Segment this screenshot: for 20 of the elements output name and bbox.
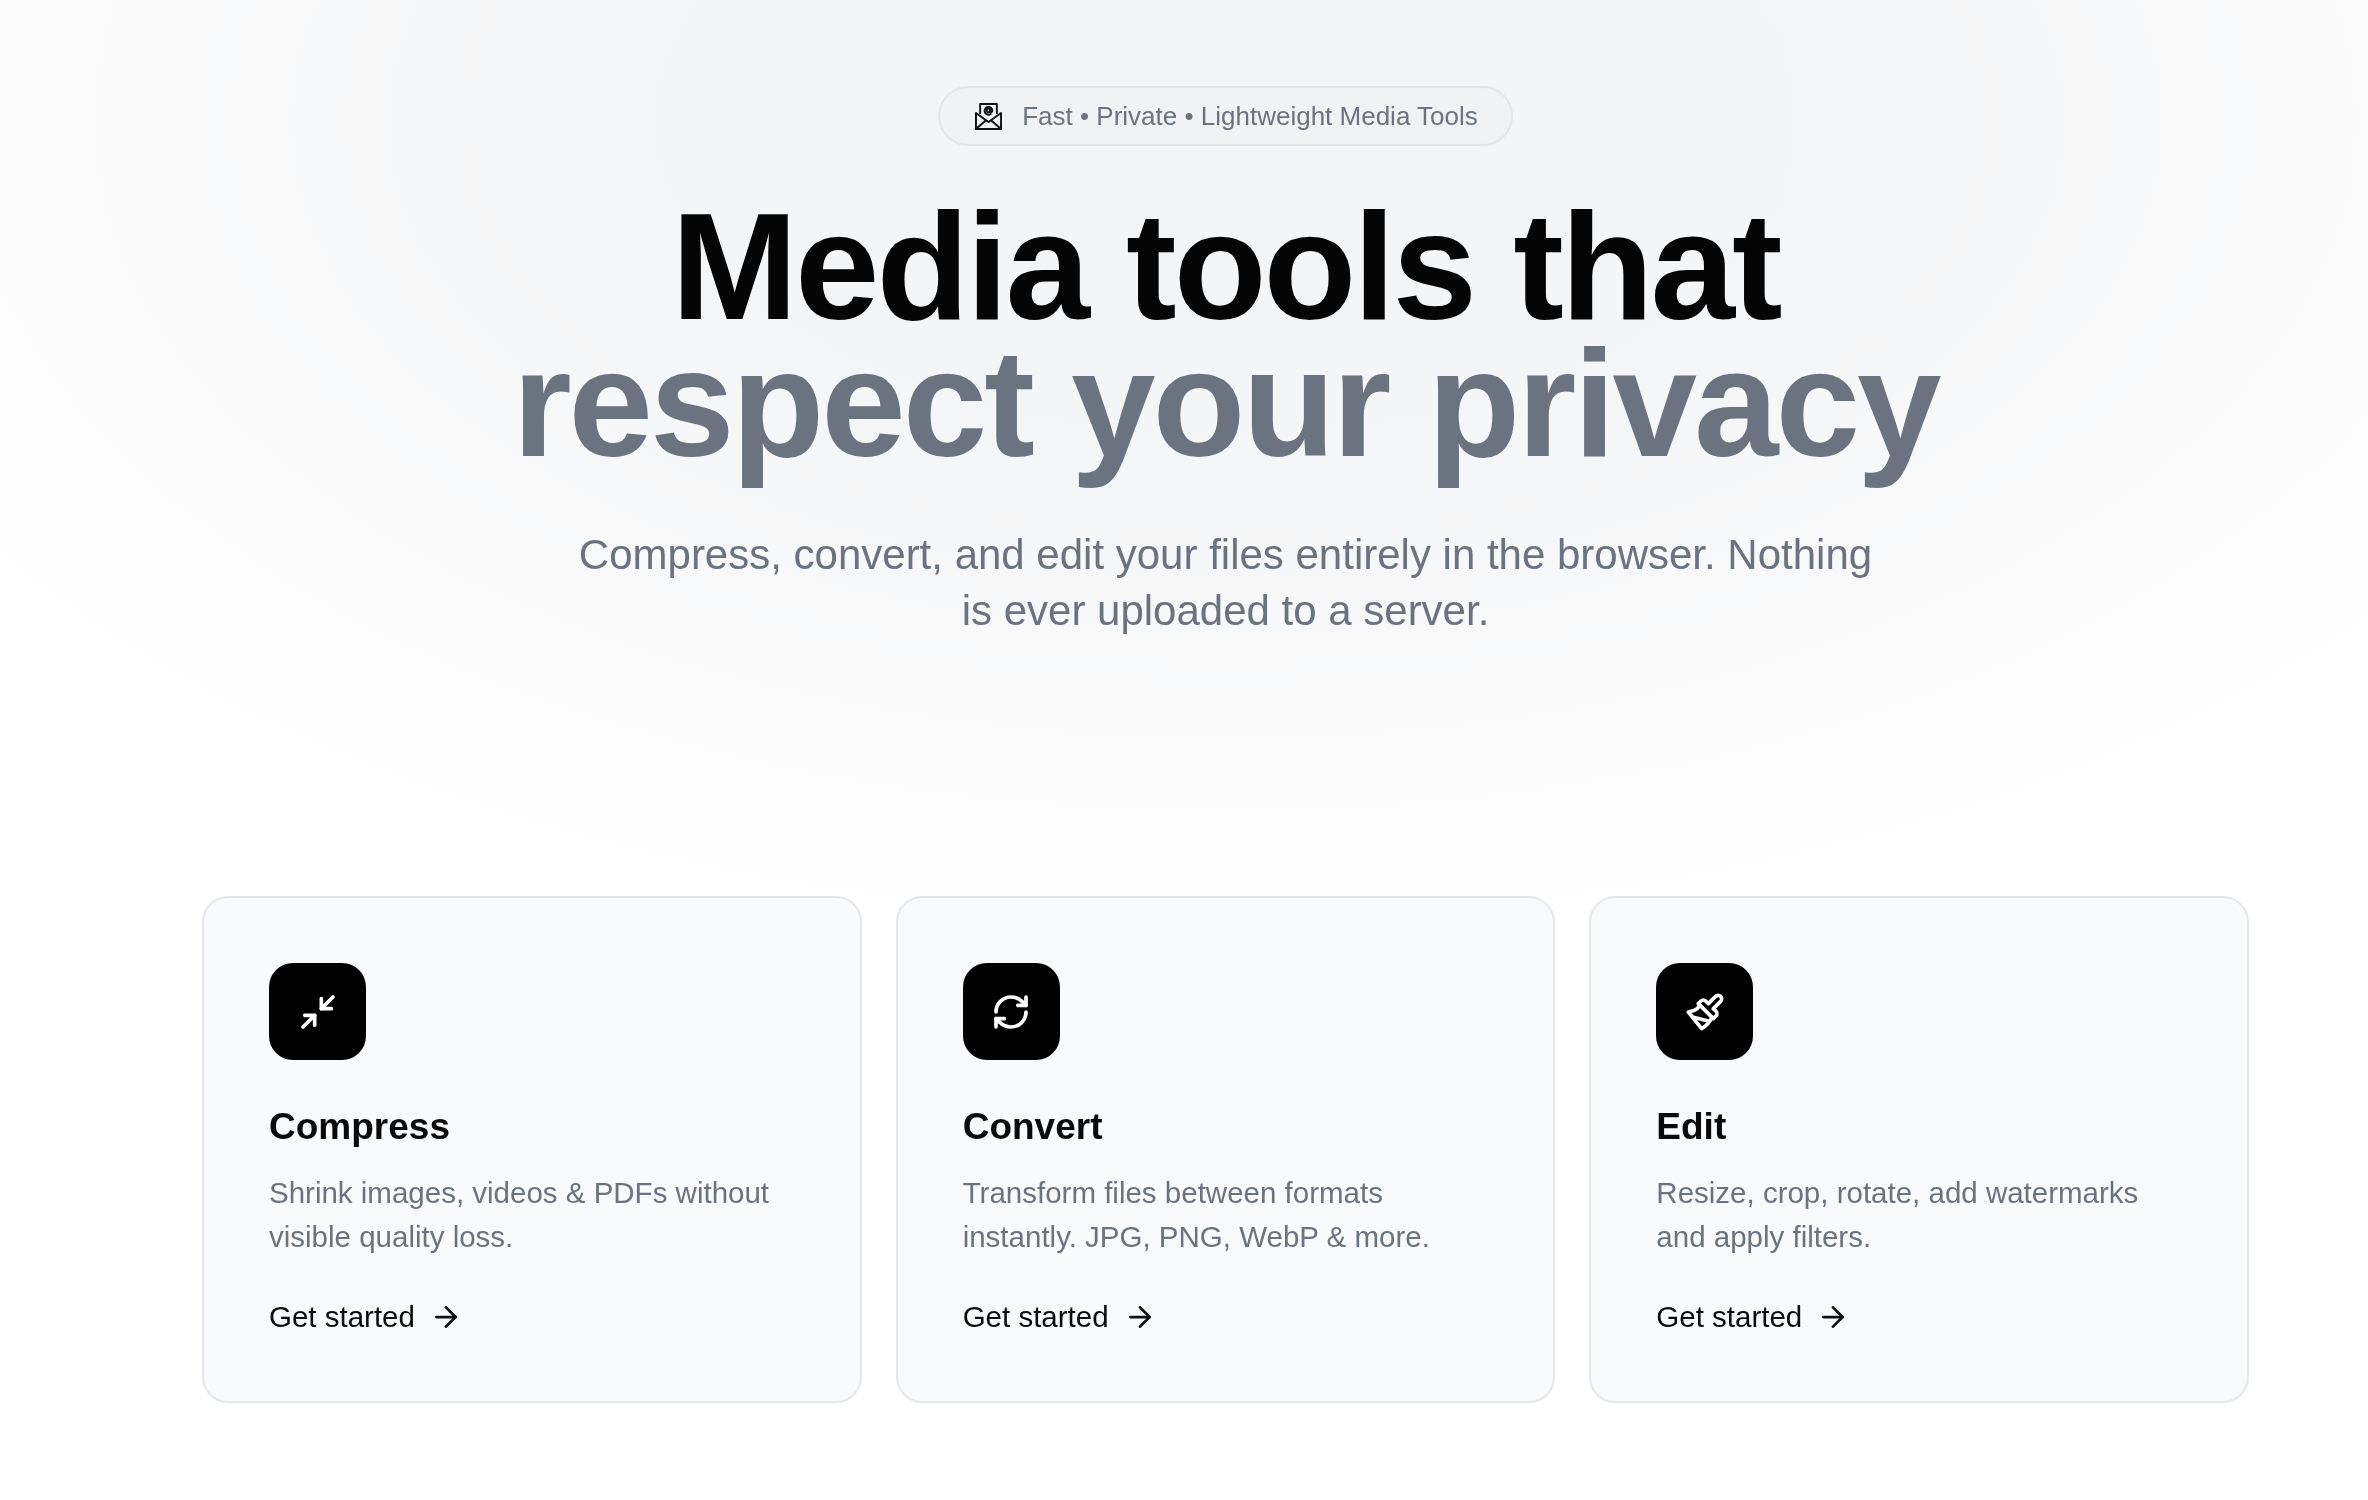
arrow-icon [1128, 1306, 1151, 1328]
get-started-link[interactable]: Get started [962, 1297, 1151, 1337]
card-title: Compress [269, 1105, 450, 1149]
badge-text: Fast • Private • Lightweight Media Tools [1022, 100, 1478, 132]
card-title: Edit [1656, 1105, 1727, 1149]
headline-line: respect your privacy [512, 335, 1939, 490]
card-title: Convert [962, 1105, 1103, 1149]
arrow-icon [434, 1306, 457, 1328]
card-description: Resize, crop, rotate, add watermarks and apply filters. [1656, 1175, 2140, 1255]
get-started-link[interactable]: Get started [269, 1297, 457, 1337]
card-description: Transform files between formats instantly. JPG, PNG, WebP & more. [962, 1175, 1431, 1255]
card-description: Shrink images, videos & PDFs without visible quality loss. [269, 1175, 771, 1255]
arrows-inward-icon [269, 963, 366, 1060]
envelope-icon [975, 102, 1003, 130]
paintbrush-icon [1656, 963, 1754, 1060]
subtitle-text: Compress, convert, and edit your files entirely in the browser. Nothing is ever uploaded to a server. [577, 530, 1874, 636]
get-started-link[interactable]: Get started [1656, 1297, 1845, 1337]
arrow-icon [1822, 1306, 1845, 1328]
headline-line: Media tools that [671, 198, 1780, 335]
refresh-icon [962, 963, 1060, 1060]
